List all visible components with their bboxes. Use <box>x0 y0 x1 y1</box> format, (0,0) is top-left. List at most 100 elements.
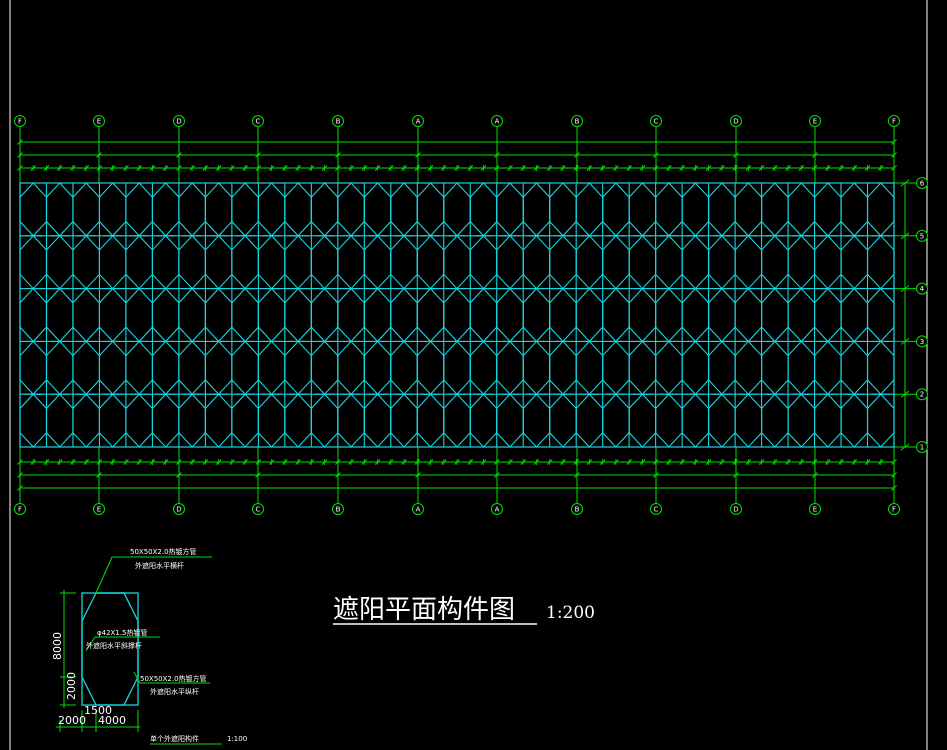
lattice-cell <box>178 393 206 448</box>
lattice-cell <box>787 234 816 290</box>
axis-label: B <box>336 118 341 126</box>
lattice-cell <box>787 393 816 448</box>
lattice-cell <box>19 340 48 396</box>
bottom-dimension-lines <box>17 459 897 491</box>
lattice-cell <box>178 182 206 237</box>
lattice-cell <box>19 234 48 290</box>
lattice-cell <box>310 340 339 396</box>
lattice-cell <box>628 340 657 396</box>
lattice-cell <box>390 393 418 448</box>
lattice-cell <box>813 287 842 343</box>
label-mid-name: 外遮阳水平斜撑杆 <box>86 641 142 650</box>
right-row-axes: 6 5 4 3 2 1 <box>894 177 928 453</box>
axis-label: C <box>256 506 261 514</box>
lattice-cell <box>390 182 418 237</box>
lattice-cell <box>151 234 180 290</box>
lattice-cell <box>337 234 365 290</box>
axis-label: E <box>97 118 101 126</box>
lattice-cell <box>496 234 524 290</box>
lattice-cell <box>337 340 365 396</box>
drawing-scale: 1:200 <box>546 603 595 623</box>
lattice-cell <box>443 182 471 237</box>
label-bot-name: 外遮阳水平纵杆 <box>150 687 199 696</box>
axis-label: A <box>495 506 500 514</box>
top-column-axes: FEDCBAABCDEF <box>14 115 900 183</box>
lattice-cell <box>575 182 604 237</box>
lattice-cell <box>204 234 233 290</box>
lattice-cell <box>45 340 74 396</box>
lattice-cell <box>443 234 471 290</box>
lattice-cell <box>602 393 630 448</box>
lattice-cell <box>19 287 48 343</box>
lattice-cell <box>522 234 551 290</box>
lattice-cell <box>840 393 869 448</box>
lattice-cell <box>72 182 101 237</box>
label-bot-spec: 50X50X2.0热镀方管 <box>140 674 207 683</box>
lattice-cell <box>178 234 206 290</box>
lattice-cell <box>284 393 312 448</box>
lattice-cell <box>363 340 392 396</box>
dim-lower-text: 2000 <box>65 672 78 700</box>
lattice-cell <box>257 234 286 290</box>
lattice-cell <box>813 393 842 448</box>
lattice-cell <box>813 340 842 396</box>
lattice-cell <box>469 287 498 343</box>
lattice-cell <box>72 393 101 448</box>
lattice-cell <box>655 234 683 290</box>
lattice-cell <box>416 340 445 396</box>
lattice-cell <box>522 340 551 396</box>
lattice-cell <box>708 234 736 290</box>
lattice-cell <box>469 393 498 448</box>
lattice-cell <box>45 182 74 237</box>
label-mid-spec: φ42X1.5热镀管 <box>97 628 147 637</box>
lattice-cell <box>45 287 74 343</box>
lattice-cell <box>469 340 498 396</box>
axis-label: B <box>336 506 341 514</box>
lattice-cell <box>363 287 392 343</box>
lattice-cell <box>761 287 789 343</box>
axis-label: A <box>416 506 421 514</box>
row-axis-label: 5 <box>920 232 924 240</box>
lattice-cell <box>866 182 895 237</box>
row-axis-label: 2 <box>920 391 924 399</box>
lattice-cell <box>151 393 180 448</box>
lattice-cell <box>575 234 604 290</box>
lattice-cell <box>310 287 339 343</box>
axis-label: D <box>176 506 181 514</box>
lattice-cell <box>549 393 577 448</box>
axis-label: A <box>495 118 500 126</box>
lattice-cell <box>840 340 869 396</box>
row-axis-label: 6 <box>920 180 925 188</box>
lattice-cell <box>761 393 789 448</box>
single-unit-detail: 50X50X2.0热镀方管 外遮阳水平横杆 φ42X1.5热镀管 外遮阳水平斜撑… <box>51 547 247 745</box>
lattice-cell <box>443 287 471 343</box>
lattice-cell <box>708 393 736 448</box>
lattice-cell <box>787 340 816 396</box>
lattice-cell <box>681 234 710 290</box>
dim-w-total-text: 4000 <box>98 714 126 727</box>
axis-label: C <box>654 118 659 126</box>
lattice-cell <box>840 287 869 343</box>
axis-label: A <box>416 118 421 126</box>
lattice-cell <box>734 340 763 396</box>
lattice-cell <box>284 234 312 290</box>
lattice-cell <box>310 182 339 237</box>
lattice-cell <box>866 234 895 290</box>
lattice-cell <box>602 182 630 237</box>
axis-label: D <box>733 118 738 126</box>
lattice-cell <box>787 287 816 343</box>
lattice-cell <box>125 182 153 237</box>
row-axis-label: 3 <box>920 338 924 346</box>
lattice-cell <box>284 182 312 237</box>
lattice-cell <box>443 393 471 448</box>
lattice-cell <box>257 182 286 237</box>
lattice-cell <box>734 287 763 343</box>
axis-label: B <box>575 506 580 514</box>
lattice-cell <box>178 287 206 343</box>
lattice-cell <box>72 340 101 396</box>
axis-label: C <box>654 506 659 514</box>
lattice-cell <box>575 340 604 396</box>
lattice-cell <box>469 234 498 290</box>
lattice-cell <box>151 340 180 396</box>
lattice-cell <box>708 182 736 237</box>
